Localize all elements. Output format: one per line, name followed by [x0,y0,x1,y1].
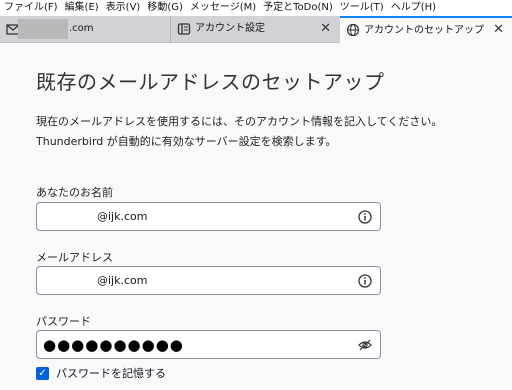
description-line-2: Thunderbird が自動的に有効なサーバー設定を検索します。 [36,135,337,148]
tab-mail-label: .com [69,23,94,34]
menu-edit[interactable]: 編集(E) [61,0,102,16]
globe-icon [346,23,360,37]
remember-password-label[interactable]: パスワードを記憶する [56,366,166,382]
remember-password-checkbox[interactable]: ✓ [36,367,49,380]
name-input[interactable] [37,203,397,230]
password-label: パスワード [36,315,91,328]
info-icon[interactable] [358,210,372,224]
menu-view[interactable]: 表示(V) [102,0,144,16]
menu-bar: ファイル(F) 編集(E) 表示(V) 移動(G) メッセージ(M) 予定とToDo(N)… [0,0,512,16]
redacted-account [18,19,68,39]
menu-message[interactable]: メッセージ(M) [186,0,259,16]
settings-page-icon [177,23,191,35]
menu-file[interactable]: ファイル(F) [0,0,61,16]
menu-tools[interactable]: ツール(T) [336,0,387,16]
description-line-1: 現在のメールアドレスを使用するには、そのアカウント情報を記入してください。 [36,115,443,128]
tab-account-setup-label: アカウントのセットアップ [364,25,484,36]
tab-account-settings[interactable]: アカウント設定 ✕ [170,16,339,42]
tab-account-setup[interactable]: アカウントのセットアップ ✕ [340,16,512,43]
tab-account-settings-label: アカウント設定 [195,23,265,34]
close-icon[interactable]: ✕ [493,18,504,43]
page-description: 現在のメールアドレスを使用するには、そのアカウント情報を記入してください。 Th… [36,112,442,152]
menu-go[interactable]: 移動(G) [143,0,186,16]
eye-slash-icon[interactable] [358,338,372,352]
tab-mail[interactable]: .com [0,16,170,42]
password-field[interactable]: ●●●●●●●●●● [36,330,381,359]
name-label: あなたのお名前 [36,186,113,199]
email-field[interactable] [36,266,397,295]
email-label: メールアドレス [36,251,113,264]
info-icon[interactable] [358,274,372,288]
menu-help[interactable]: ヘルプ(H) [387,0,439,16]
name-field[interactable] [36,202,397,231]
password-value[interactable]: ●●●●●●●●●● [43,336,184,354]
menu-events-tasks[interactable]: 予定とToDo(N) [259,0,336,16]
page-title: 既存のメールアドレスのセットアップ [36,70,385,94]
tab-bar: .com アカウント設定 ✕ アカウントのセットアップ ✕ [0,16,512,43]
email-input[interactable] [37,267,397,294]
close-icon[interactable]: ✕ [320,16,331,42]
